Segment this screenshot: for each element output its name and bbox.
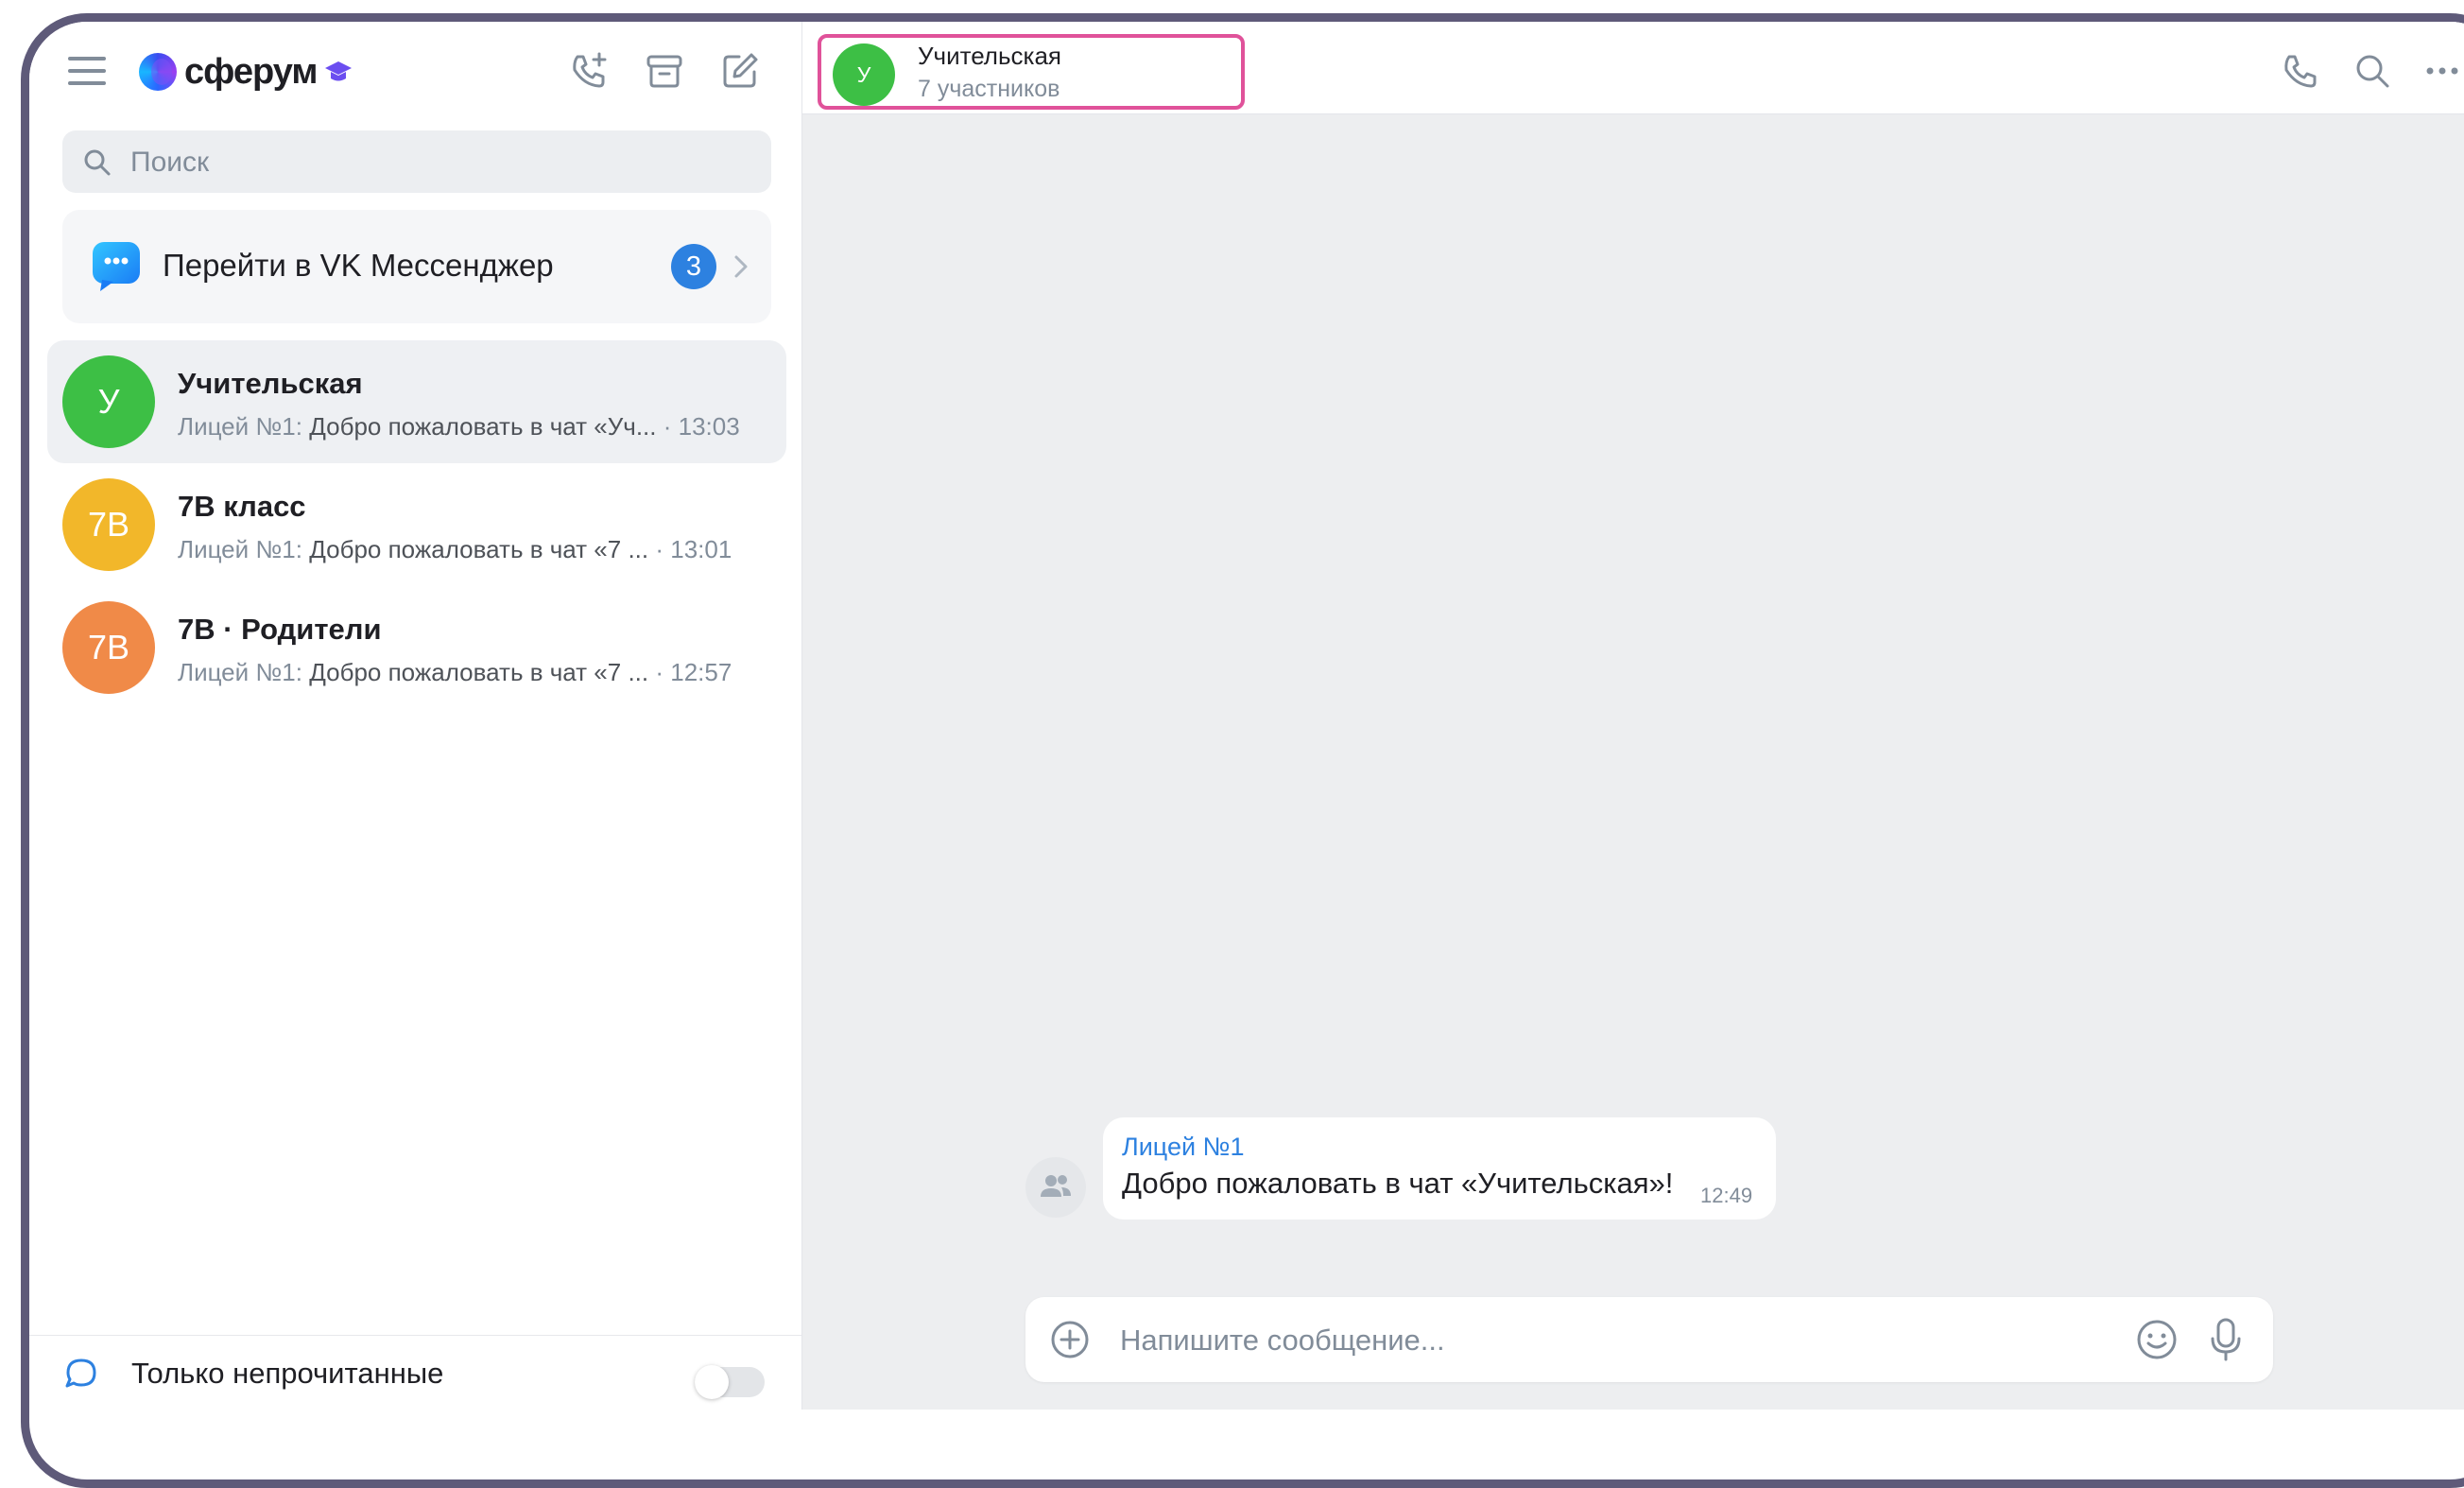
chat-header-title: Учительская [918, 42, 1062, 70]
chat-avatar: 7В [62, 478, 155, 571]
unread-filter: Только непрочитанные [29, 1335, 801, 1410]
chat-preview-text: Добро пожаловать в чат «7 ... [309, 535, 649, 563]
logo-text: сферум [184, 51, 318, 92]
sidebar-topbar: сферум [29, 22, 801, 113]
attach-plus-icon[interactable] [1050, 1320, 1090, 1359]
device-frame: сферум Поиск Перейти в VK Мессенджер 3 У… [21, 13, 2464, 1488]
graduation-cap-icon [325, 61, 353, 81]
chat-header-members: 7 участников [918, 76, 1060, 102]
search-input[interactable] [129, 142, 737, 183]
chat-list-item[interactable]: 7В 7В · Родители Лицей №1: Добро пожалов… [47, 586, 786, 709]
chat-header-avatar: У [833, 43, 895, 106]
chat-bubble-icon [65, 1358, 96, 1388]
chat-preview-author: Лицей №1: [178, 658, 302, 686]
search-icon [84, 149, 111, 176]
unread-count-badge: 3 [671, 244, 716, 289]
message-input[interactable] [1118, 1318, 2067, 1363]
chat-preview-author: Лицей №1: [178, 535, 302, 563]
menu-icon[interactable] [68, 57, 106, 85]
chat-preview: Лицей №1: Добро пожаловать в чат «Уч... … [178, 412, 740, 441]
chat-pane: У Учительская 7 участников Лицей №1 Добр… [802, 22, 2464, 1410]
compose-icon[interactable] [718, 49, 762, 93]
vk-messenger-banner[interactable]: Перейти в VK Мессенджер 3 [62, 210, 771, 323]
chat-preview: Лицей №1: Добро пожаловать в чат «7 ... … [178, 658, 732, 687]
chat-title: 7В класс [178, 490, 306, 523]
chat-time: · 12:57 [655, 658, 732, 686]
message-author[interactable]: Лицей №1 [1122, 1133, 1245, 1162]
chat-time: · 13:01 [655, 535, 732, 563]
microphone-icon[interactable] [2207, 1316, 2245, 1363]
vk-banner-label: Перейти в VK Мессенджер [163, 248, 554, 283]
new-call-icon[interactable] [567, 49, 611, 93]
unread-filter-label: Только непрочитанные [131, 1357, 444, 1390]
unread-only-toggle[interactable] [695, 1365, 765, 1399]
app-logo: сферум [139, 49, 353, 95]
chat-avatar: У [62, 355, 155, 448]
more-icon[interactable] [2421, 49, 2464, 93]
chat-time: · 13:03 [663, 412, 740, 441]
chat-list-item[interactable]: 7В 7В класс Лицей №1: Добро пожаловать в… [47, 463, 786, 586]
message-bubble: Лицей №1 Добро пожаловать в чат «Учитель… [1103, 1117, 1776, 1220]
search-icon[interactable] [2351, 49, 2394, 93]
archive-icon[interactable] [643, 49, 686, 93]
toggle-knob [695, 1365, 729, 1399]
chat-preview-text: Добро пожаловать в чат «Уч... [309, 412, 657, 441]
chat-avatar: 7В [62, 601, 155, 694]
chat-title: Учительская [178, 367, 363, 400]
chat-list: У Учительская Лицей №1: Добро пожаловать… [47, 340, 786, 709]
chat-preview-text: Добро пожаловать в чат «7 ... [309, 658, 649, 686]
chevron-right-icon [734, 255, 748, 278]
chat-title: 7В · Родители [178, 613, 382, 646]
chat-header: У Учительская 7 участников [802, 22, 2464, 114]
group-icon [1041, 1175, 1071, 1197]
sferum-logo-icon [139, 53, 177, 91]
sidebar: сферум Поиск Перейти в VK Мессенджер 3 У… [29, 22, 802, 1410]
message-time: 12:49 [1700, 1184, 1753, 1207]
vk-messenger-icon [93, 242, 140, 291]
chat-preview: Лицей №1: Добро пожаловать в чат «7 ... … [178, 535, 732, 564]
message-composer [1025, 1297, 2273, 1382]
chat-preview-author: Лицей №1: [178, 412, 302, 441]
emoji-icon[interactable] [2135, 1318, 2179, 1361]
message-text: Добро пожаловать в чат «Учительская»! [1122, 1167, 1674, 1200]
call-icon[interactable] [2279, 49, 2322, 93]
chat-list-item[interactable]: У Учительская Лицей №1: Добро пожаловать… [47, 340, 786, 463]
search-box[interactable] [62, 130, 771, 193]
group-avatar [1025, 1157, 1086, 1218]
